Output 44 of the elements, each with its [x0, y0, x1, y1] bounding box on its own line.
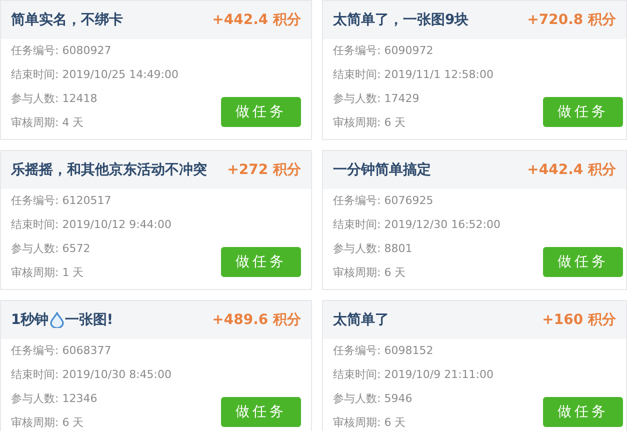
- do-task-button[interactable]: 做任务: [221, 247, 301, 277]
- task-info: 审核周期: 1 天: [11, 265, 84, 281]
- task-info: 审核周期: 6 天: [333, 265, 406, 281]
- do-task-button[interactable]: 做任务: [543, 247, 623, 277]
- task-info: 参与人数: 5946: [333, 391, 412, 407]
- task-info: 任务编号: 6098152: [333, 343, 434, 359]
- task-info: 审核周期: 4 天: [11, 115, 84, 131]
- do-task-button[interactable]: 做任务: [221, 97, 301, 127]
- task-info: 任务编号: 6080927: [11, 43, 112, 59]
- points-label: +720.8 积分: [527, 11, 616, 29]
- task-info: 审核周期: 6 天: [333, 415, 406, 431]
- do-task-button[interactable]: 做任务: [543, 397, 623, 427]
- task-info: 结束时间: 2019/10/30 8:45:00: [11, 367, 172, 383]
- task-info: 结束时间: 2019/10/9 21:11:00: [333, 367, 494, 383]
- task-title: 一张图!: [64, 311, 114, 329]
- drop-icon: [50, 312, 64, 328]
- task-info: 审核周期: 6 天: [11, 415, 84, 431]
- do-task-button[interactable]: 做任务: [221, 397, 301, 427]
- task-info: 结束时间: 2019/12/30 16:52:00: [333, 217, 501, 233]
- task-title: 简单实名，不绑卡: [11, 11, 123, 29]
- points-label: +442.4 积分: [212, 11, 301, 29]
- task-info: 任务编号: 6090972: [333, 43, 434, 59]
- task-title: 太简单了，一张图9块: [333, 11, 469, 29]
- task-info: 结束时间: 2019/11/1 12:58:00: [333, 67, 494, 83]
- task-info: 参与人数: 17429: [333, 91, 420, 107]
- points-label: +442.4 积分: [527, 161, 616, 179]
- task-info: 任务编号: 6076925: [333, 193, 434, 209]
- task-info: 任务编号: 6068377: [11, 343, 112, 359]
- task-info: 结束时间: 2019/10/12 9:44:00: [11, 217, 172, 233]
- task-info: 结束时间: 2019/10/25 14:49:00: [11, 67, 179, 83]
- task-title: 乐摇摇，和其他京东活动不冲突: [11, 161, 207, 179]
- points-label: +272 积分: [227, 161, 301, 179]
- task-info: 任务编号: 6120517: [11, 193, 112, 209]
- task-info: 审核周期: 6 天: [333, 115, 406, 131]
- points-label: +489.6 积分: [212, 311, 301, 329]
- do-task-button[interactable]: 做任务: [543, 97, 623, 127]
- task-info: 参与人数: 6572: [11, 241, 90, 257]
- task-info: 参与人数: 12346: [11, 391, 98, 407]
- points-label: +160 积分: [542, 311, 616, 329]
- task-title: 1秒钟: [11, 311, 49, 329]
- task-title: 一分钟简单搞定: [333, 161, 431, 179]
- task-title: 太简单了: [333, 311, 389, 329]
- task-info: 参与人数: 12418: [11, 91, 98, 107]
- task-info: 参与人数: 8801: [333, 241, 412, 257]
